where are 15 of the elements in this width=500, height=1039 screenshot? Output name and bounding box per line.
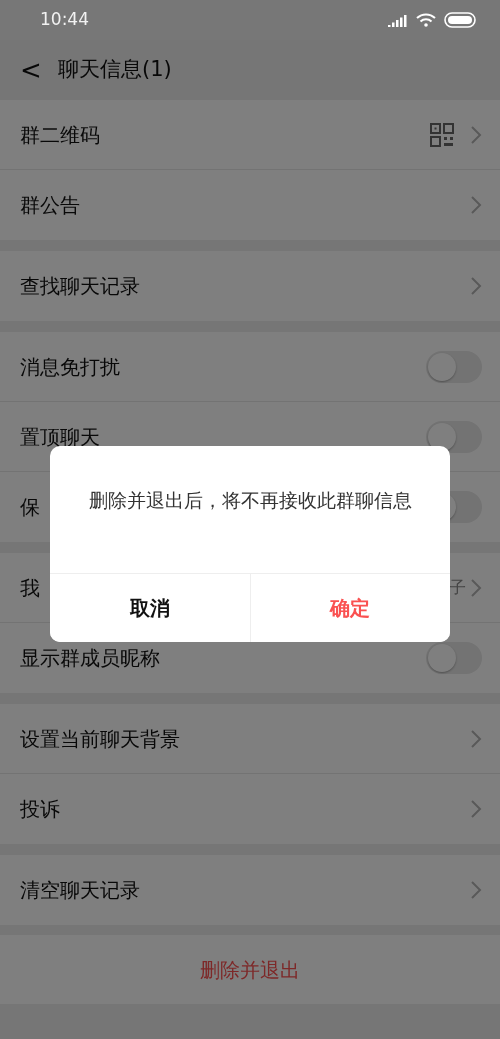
dialog-message: 删除并退出后，将不再接收此群聊信息	[87, 488, 413, 513]
row-label: 查找聊天记录	[20, 273, 140, 300]
row-label: 我	[20, 574, 40, 602]
row-label: 显示群成员昵称	[20, 645, 160, 672]
row-label: 设置当前聊天背景	[20, 725, 180, 753]
row-label: 置顶聊天	[20, 423, 100, 451]
row-label: 群二维码	[20, 121, 100, 149]
row-value: 子	[449, 575, 466, 599]
status-time: 10:44	[40, 8, 89, 32]
row-label: 群公告	[20, 192, 80, 219]
page-title: 聊天信息(1)	[58, 56, 172, 84]
row-label: 清空聊天记录	[20, 877, 140, 904]
row-label: 投诉	[20, 796, 60, 823]
row-label: 保	[20, 494, 40, 521]
row-label: 消息免打扰	[20, 353, 120, 381]
